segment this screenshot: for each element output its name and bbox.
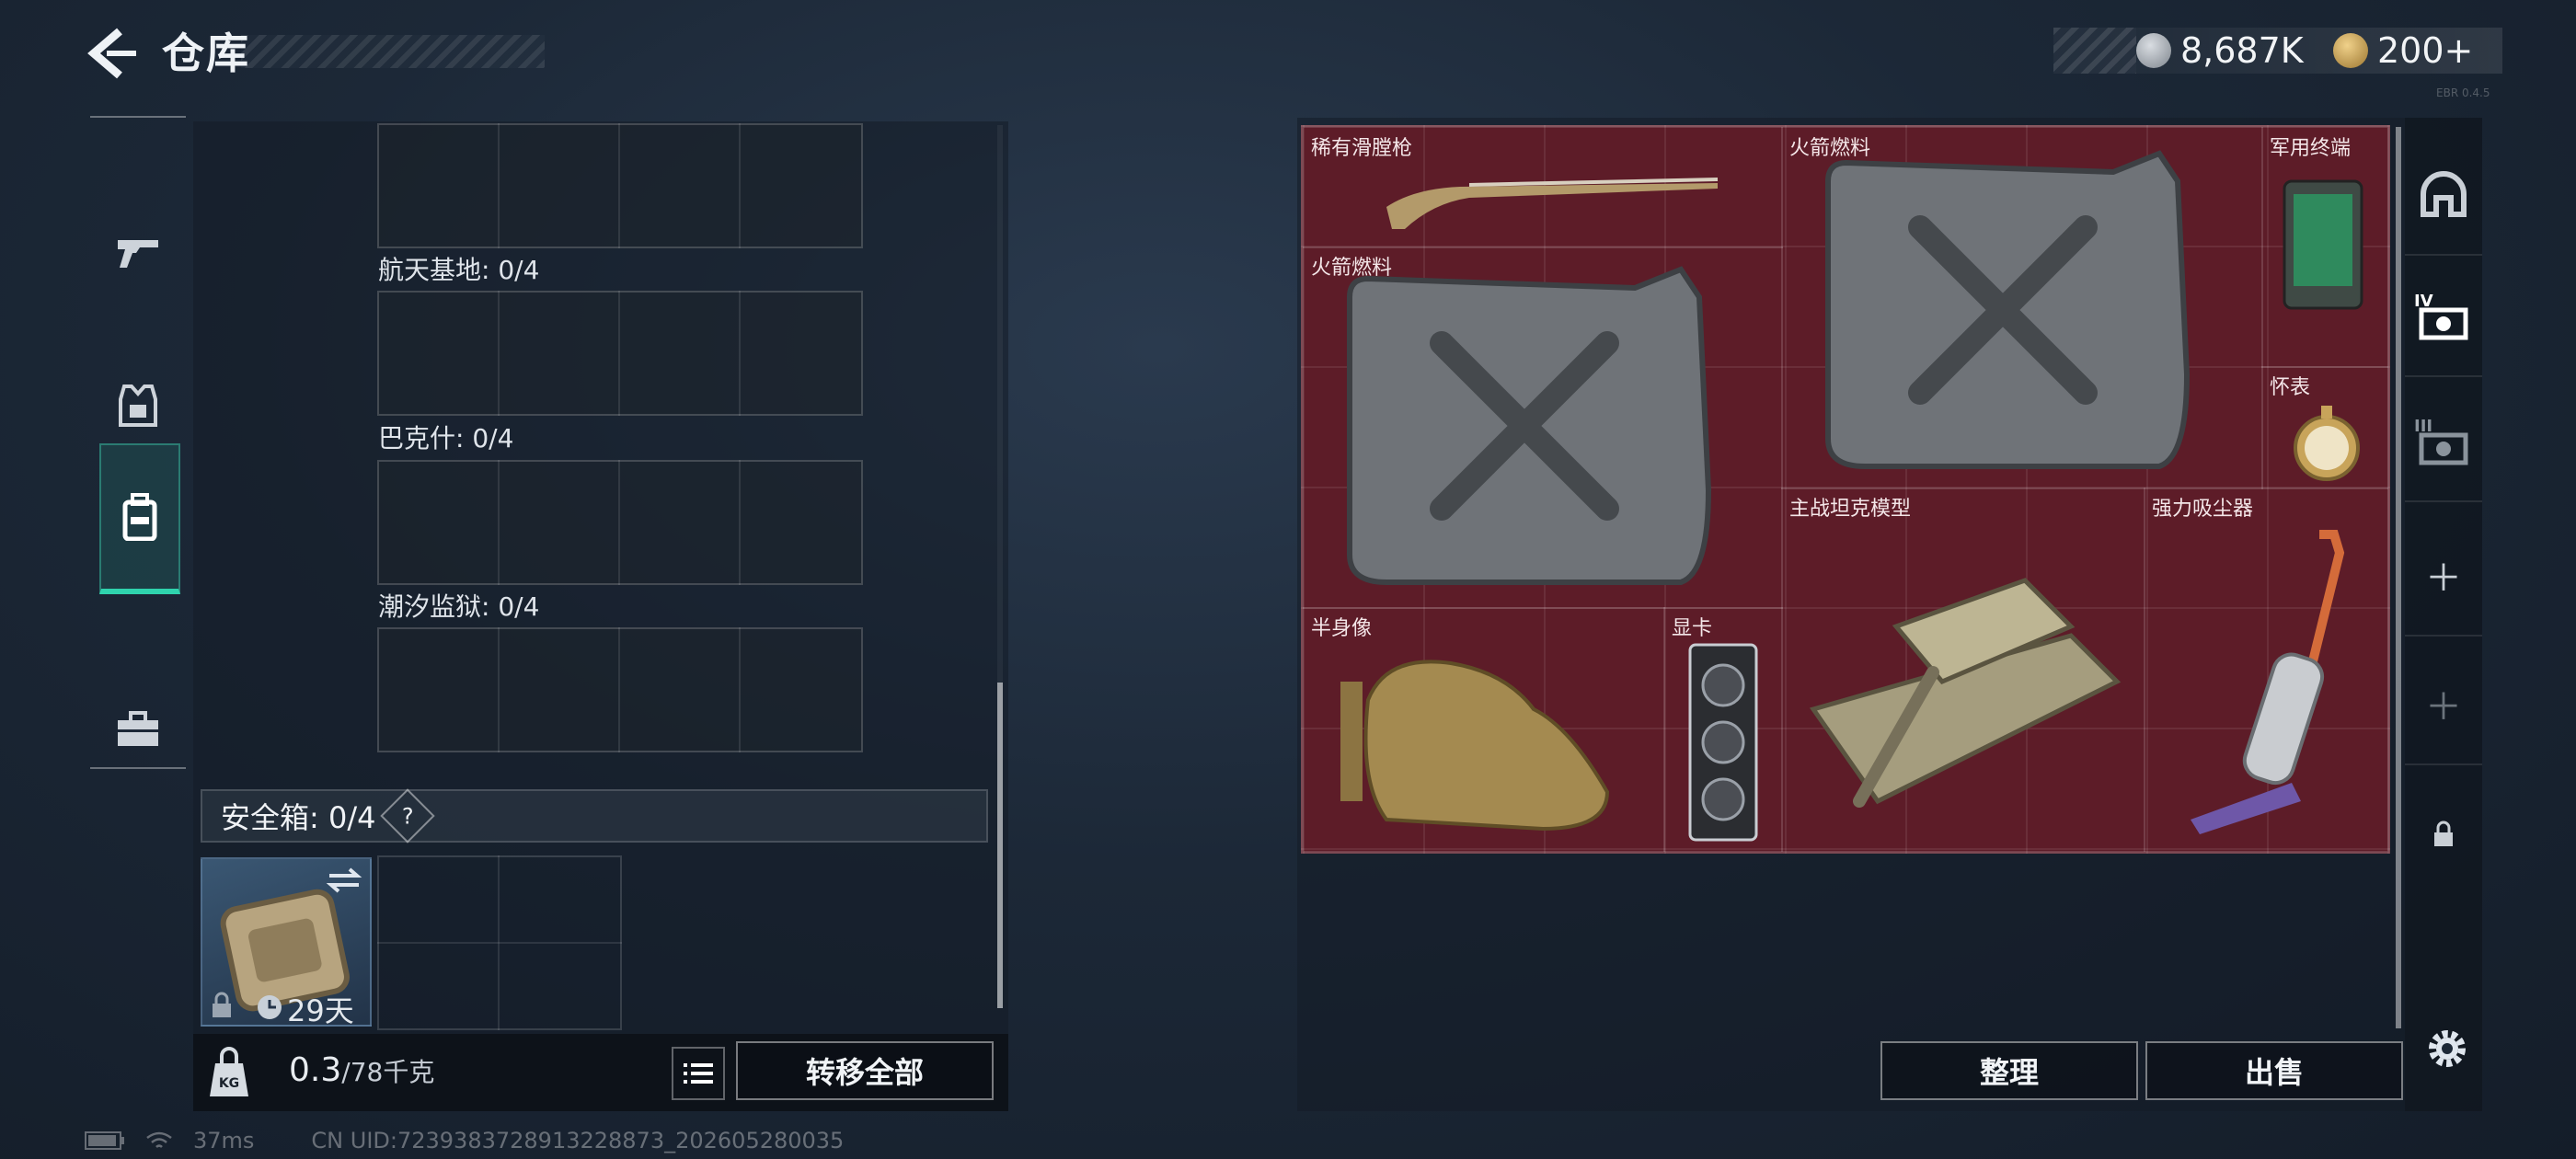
nav-weapons[interactable] [98, 182, 178, 320]
slot-grid-aerospace[interactable] [377, 291, 863, 416]
safe-box-header: 安全箱: 0/4 ? [201, 788, 988, 843]
helmet-icon [2421, 171, 2467, 217]
ping-text: 37ms [193, 1128, 255, 1153]
item-military-terminal[interactable]: 军用终端 [2261, 127, 2388, 368]
gpu-icon [1688, 643, 1758, 842]
help-icon[interactable]: ? [380, 788, 436, 843]
item-bust[interactable]: 半身像 [1303, 607, 1665, 852]
case-4-icon: IV [2414, 292, 2468, 340]
title-stripe [241, 35, 545, 68]
item-label: 半身像 [1311, 617, 1373, 640]
transfer-all-button[interactable]: 转移全部 [736, 1041, 994, 1100]
wifi-icon [146, 1131, 172, 1148]
weight-readout: 0.3/78千克 [289, 1051, 434, 1089]
rail-locked[interactable] [2405, 775, 2482, 894]
item-label: 军用终端 [2270, 137, 2352, 160]
rail-add-1[interactable]: ＋ [2405, 515, 2482, 637]
swap-icon[interactable] [326, 866, 362, 894]
weight-current: 0.3 [289, 1051, 342, 1089]
plus-icon: ＋ [2425, 686, 2462, 729]
item-musket[interactable]: 稀有滑膛枪 [1303, 127, 1783, 248]
rail-case-4[interactable]: IV [2405, 256, 2482, 377]
item-rocket-fuel-1[interactable]: 火箭燃料 [1781, 127, 2263, 489]
uid-text: CN UID:7239383728913228873_202605280035 [311, 1128, 845, 1153]
safe-case-timer: 29天 [287, 993, 354, 1028]
jerrycan-icon [1347, 266, 1712, 585]
toolbox-icon [118, 711, 158, 746]
sort-button[interactable]: 整理 [1880, 1041, 2138, 1100]
lock-icon [2434, 820, 2453, 846]
left-scrollbar-thumb[interactable] [997, 683, 1003, 1008]
jerrycan-icon [1825, 150, 2191, 469]
sell-button[interactable]: 出售 [2145, 1041, 2403, 1100]
terminal-icon [2283, 179, 2363, 310]
gear-icon[interactable] [2420, 1021, 2475, 1076]
item-label: 显卡 [1672, 617, 1713, 640]
item-pocket-watch[interactable]: 怀表 [2261, 366, 2388, 489]
item-label: 主战坦克模型 [1789, 498, 1912, 521]
slot-label-aerospace: 航天基地: 0/4 [378, 255, 540, 285]
slot-label-tidal-prison: 潮汐监狱: 0/4 [378, 591, 540, 622]
item-rocket-fuel-2[interactable]: 火箭燃料 [1303, 247, 1783, 609]
lock-icon [213, 992, 231, 1017]
status-bar: 37ms CN UID:7239383728913228873_20260528… [85, 1128, 844, 1153]
item-graphics-card[interactable]: 显卡 [1663, 607, 1783, 852]
item-label: 强力吸尘器 [2152, 498, 2254, 521]
slot-grid-tidal-prison[interactable] [377, 627, 863, 752]
stash-grid: 稀有滑膛枪 火箭燃料 军用终端 火箭燃料 怀表 主战坦克模型 强力吸尘器 半身像… [1301, 125, 2390, 854]
list-icon [684, 1063, 713, 1084]
slot-grid-bakshi[interactable] [377, 460, 863, 585]
svg-text:KG: KG [219, 1076, 239, 1091]
gold-amount: 200+ [2377, 30, 2474, 71]
gold-coin-icon [2333, 33, 2368, 68]
case-3-icon: III [2414, 417, 2468, 465]
slot-grid-0[interactable] [377, 123, 863, 248]
battery-icon [85, 1131, 124, 1150]
vest-icon [119, 384, 157, 427]
nav-tools[interactable] [98, 660, 178, 798]
safe-case-grid[interactable] [377, 855, 622, 1030]
slot-label-bakshi: 巴克什: 0/4 [378, 423, 514, 453]
gold-currency[interactable]: 200+ [2333, 28, 2473, 74]
clock-icon [258, 995, 282, 1019]
back-arrow-icon[interactable] [85, 26, 140, 81]
weight-capacity: /78千克 [341, 1057, 435, 1087]
vacuum-icon [2191, 530, 2345, 834]
item-tank-model[interactable]: 主战坦克模型 [1781, 488, 2145, 852]
nav-backpack[interactable] [99, 443, 180, 594]
tank-icon [1809, 578, 2122, 808]
musket-icon [1386, 178, 1719, 229]
rail-helmet[interactable] [2405, 134, 2482, 256]
safe-case-item[interactable]: 29天 [201, 857, 372, 1028]
currency-stripe [2053, 28, 2136, 74]
item-vacuum-cleaner[interactable]: 强力吸尘器 [2144, 488, 2388, 852]
pocket-watch-icon [2294, 406, 2360, 481]
silver-amount: 8,687K [2180, 30, 2304, 71]
plus-icon: ＋ [2425, 557, 2462, 600]
right-scrollbar[interactable] [2396, 127, 2401, 1028]
rail-case-3[interactable]: III [2405, 381, 2482, 502]
weight-icon: KG [210, 1047, 248, 1096]
rail-add-2[interactable]: ＋ [2405, 644, 2482, 765]
version-text: EBR 0.4.5 [2436, 86, 2490, 99]
category-nav [90, 116, 186, 769]
bust-icon [1340, 660, 1610, 832]
silver-currency[interactable]: 8,687K [2136, 28, 2304, 74]
page-title: 仓库 [162, 29, 250, 78]
list-view-button[interactable] [672, 1047, 725, 1100]
safe-box-label: 安全箱: 0/4 [221, 800, 376, 835]
silver-coin-icon [2136, 33, 2171, 68]
gun-icon [118, 240, 158, 268]
backpack-icon [122, 493, 157, 541]
